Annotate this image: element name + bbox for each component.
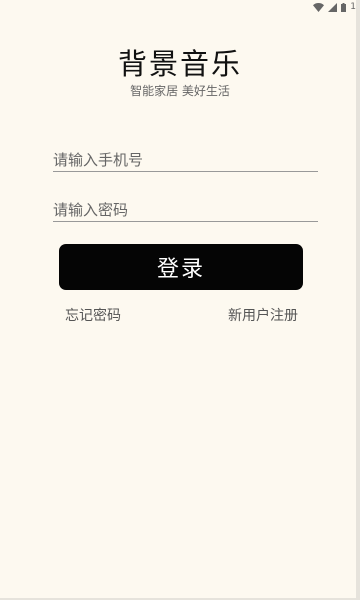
login-button[interactable]: 登录 [59, 244, 303, 290]
battery-text: 1 [350, 2, 356, 12]
phone-field [53, 148, 318, 172]
status-bar: 1 [313, 0, 356, 14]
app-subtitle: 智能家居 美好生活 [130, 84, 230, 98]
password-field [53, 198, 318, 222]
wifi-icon [313, 2, 325, 12]
forgot-password-link[interactable]: 忘记密码 [65, 305, 121, 325]
app-title: 背景音乐 [117, 47, 242, 81]
password-input[interactable] [53, 198, 318, 221]
battery-icon [341, 2, 347, 12]
phone-input[interactable] [53, 148, 318, 171]
signal-icon [328, 2, 338, 12]
register-link[interactable]: 新用户注册 [228, 305, 298, 325]
